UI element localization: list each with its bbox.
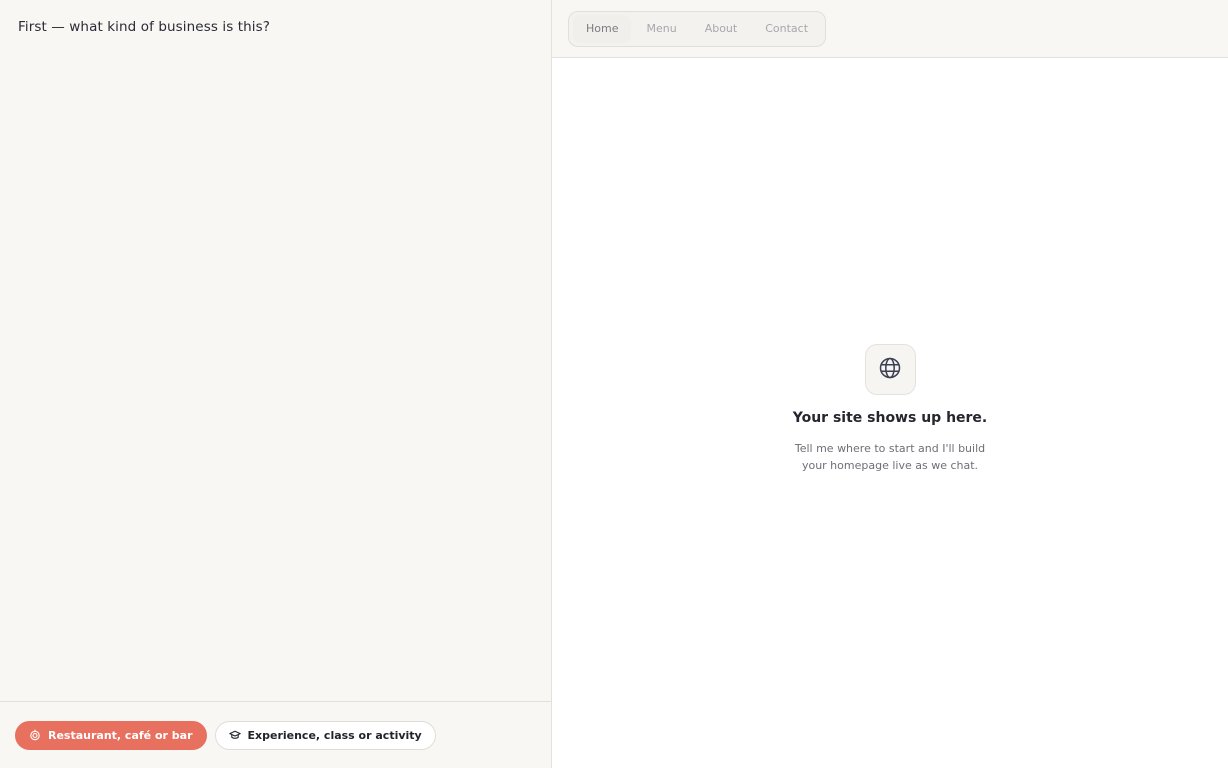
quick-reply-bar: Restaurant, café or bar Experience, clas… bbox=[0, 701, 551, 768]
app-window: First — what kind of business is this? R… bbox=[0, 0, 1228, 768]
experience-option-button[interactable]: Experience, class or activity bbox=[214, 720, 436, 750]
empty-state-subtitle: Tell me where to start and I'll build yo… bbox=[794, 442, 986, 472]
globe-icon bbox=[878, 356, 902, 384]
preview-empty-state: Your site shows up here. Tell me where t… bbox=[552, 58, 1228, 768]
site-preview-panel: Home Menu About Contact Your site shows … bbox=[552, 0, 1228, 768]
globe-icon-container bbox=[864, 344, 916, 395]
graduation-cap-icon bbox=[228, 729, 241, 741]
preview-header: Home Menu About Contact bbox=[552, 0, 1228, 58]
tab-home[interactable]: Home bbox=[573, 14, 632, 43]
chat-messages: First — what kind of business is this? bbox=[0, 0, 551, 701]
restaurant-icon bbox=[29, 729, 41, 741]
tab-menu[interactable]: Menu bbox=[633, 15, 689, 43]
empty-state-title: Your site shows up here. bbox=[792, 410, 988, 426]
tab-contact[interactable]: Contact bbox=[752, 15, 821, 43]
experience-option-label: Experience, class or activity bbox=[247, 728, 422, 742]
restaurant-option-label: Restaurant, café or bar bbox=[48, 728, 193, 742]
tab-about[interactable]: About bbox=[692, 15, 751, 43]
preview-nav-tabs: Home Menu About Contact bbox=[568, 10, 827, 47]
assistant-message: First — what kind of business is this? bbox=[18, 19, 271, 35]
restaurant-option-button[interactable]: Restaurant, café or bar bbox=[15, 720, 207, 750]
chat-panel: First — what kind of business is this? R… bbox=[0, 0, 552, 768]
